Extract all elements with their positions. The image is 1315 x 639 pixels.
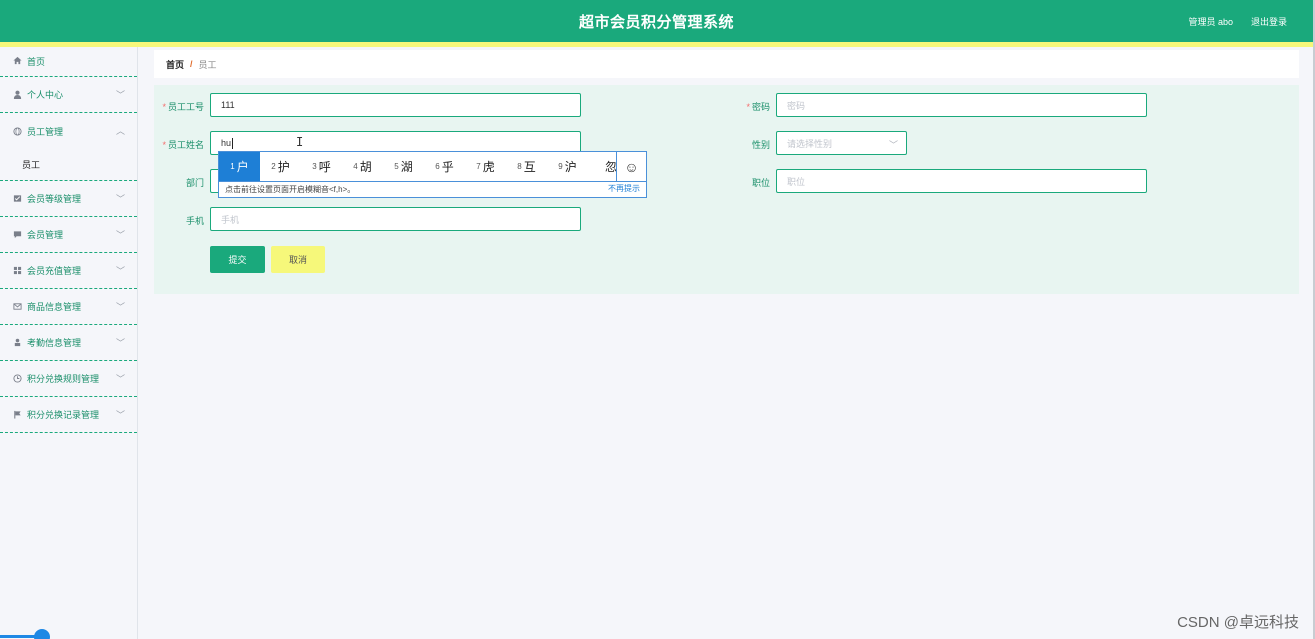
department-label: 部门: [185, 178, 204, 188]
user-icon: [12, 90, 22, 100]
employee-id-label: * 员工工号: [162, 102, 204, 112]
chevron-down-icon: ﹀: [115, 90, 125, 100]
sidebar-scroll-handle[interactable]: [34, 629, 50, 639]
ime-candidate-list: 1户 2护 3呼 4胡 5湖 6乎 7虎 8互 9沪 忽: [219, 152, 617, 181]
ime-candidate[interactable]: 4胡: [342, 152, 383, 181]
gender-select-placeholder: 请选择性别: [787, 138, 833, 149]
submit-button[interactable]: 提交: [210, 246, 265, 273]
ime-candidate[interactable]: 7虎: [465, 152, 506, 181]
clock-icon: [12, 374, 22, 384]
ime-candidate[interactable]: 5湖: [383, 152, 424, 181]
position-label: 职位: [751, 178, 770, 188]
text-caret: [232, 137, 234, 149]
chevron-down-icon: ﹀: [888, 140, 898, 150]
sidebar-item-points-rules[interactable]: 积分兑换规则管理 ﹀: [0, 361, 137, 397]
ime-candidate[interactable]: 6乎: [424, 152, 465, 181]
chevron-down-icon: ﹀: [115, 410, 125, 420]
grid-icon: [12, 266, 22, 276]
breadcrumb-separator: /: [190, 59, 193, 69]
employee-id-input[interactable]: 111: [210, 93, 581, 117]
chevron-down-icon: ﹀: [115, 302, 125, 312]
breadcrumb-home[interactable]: 首页: [166, 58, 184, 71]
ime-candidate[interactable]: 9沪: [547, 152, 588, 181]
mail-icon: [12, 302, 22, 312]
ime-dismiss-link[interactable]: 不再提示: [608, 183, 640, 194]
chevron-down-icon: ﹀: [115, 230, 125, 240]
ibeam-cursor-icon: I: [296, 135, 304, 149]
top-bar-stripe: [0, 42, 1313, 47]
ime-candidate[interactable]: 3呼: [301, 152, 342, 181]
ime-candidate-window: 1户 2护 3呼 4胡 5湖 6乎 7虎 8互 9沪 忽 ☺ 点击前往设置页面开…: [218, 151, 647, 198]
sidebar-item-label: 首页: [27, 57, 46, 67]
emoji-icon[interactable]: ☺: [616, 152, 646, 181]
phone-input[interactable]: 手机: [210, 207, 581, 231]
chevron-down-icon: ﹀: [115, 374, 125, 384]
watermark: CSDN @卓远科技: [1177, 614, 1299, 631]
home-icon: [12, 55, 22, 65]
ime-candidate[interactable]: 忽: [588, 152, 617, 181]
sidebar: 首页 个人中心 ﹀ 员工管理 ︿ 员工 会员等级管理 ﹀ 会员管理 ﹀ 会员充值…: [0, 47, 138, 639]
sidebar-item-member-management[interactable]: 会员管理 ﹀: [0, 217, 137, 253]
ime-hint[interactable]: 点击前往设置页面开启模糊音<f,h>。: [219, 181, 646, 197]
ime-candidate[interactable]: 8互: [506, 152, 547, 181]
sidebar-item-attendance[interactable]: 考勤信息管理 ﹀: [0, 325, 137, 361]
gender-label: 性别: [751, 140, 770, 150]
chevron-down-icon: ﹀: [115, 338, 125, 348]
chevron-down-icon: ﹀: [115, 266, 125, 276]
chevron-down-icon: ﹀: [115, 194, 125, 204]
sidebar-item-member-recharge[interactable]: 会员充值管理 ﹀: [0, 253, 137, 289]
chevron-up-icon: ︿: [115, 126, 125, 136]
app-title: 超市会员积分管理系统: [578, 14, 734, 31]
password-input[interactable]: 密码: [776, 93, 1147, 117]
sidebar-item-member-level[interactable]: 会员等级管理 ﹀: [0, 181, 137, 217]
chat-icon: [12, 230, 22, 240]
cancel-button[interactable]: 取消: [271, 246, 325, 273]
flag-icon: [12, 410, 22, 420]
breadcrumb-current: 员工: [198, 59, 217, 70]
name-input-value: hu: [221, 138, 232, 148]
current-user: 管理员 abo: [1188, 17, 1233, 27]
person-icon: [12, 338, 22, 348]
sidebar-subitem-employee[interactable]: 员工: [0, 149, 137, 181]
list-icon: [12, 194, 22, 204]
sidebar-item-home[interactable]: 首页: [0, 47, 137, 77]
sidebar-item-employee-management[interactable]: 员工管理 ︿: [0, 113, 137, 149]
sidebar-item-points-records[interactable]: 积分兑换记录管理 ﹀: [0, 397, 137, 433]
sidebar-item-personal-center[interactable]: 个人中心 ﹀: [0, 77, 137, 113]
ime-candidate[interactable]: 2护: [260, 152, 301, 181]
sidebar-item-product-info[interactable]: 商品信息管理 ﹀: [0, 289, 137, 325]
phone-label: 手机: [185, 216, 204, 226]
gender-select[interactable]: 请选择性别 ﹀: [776, 131, 907, 155]
password-label: * 密码: [746, 102, 770, 112]
breadcrumb: 首页 / 员工: [154, 50, 1299, 78]
name-label: * 员工姓名: [162, 140, 204, 150]
logout-link[interactable]: 退出登录: [1251, 15, 1287, 28]
position-input[interactable]: 职位: [776, 169, 1147, 193]
ime-candidate[interactable]: 1户: [219, 152, 260, 181]
globe-icon: [12, 126, 22, 136]
